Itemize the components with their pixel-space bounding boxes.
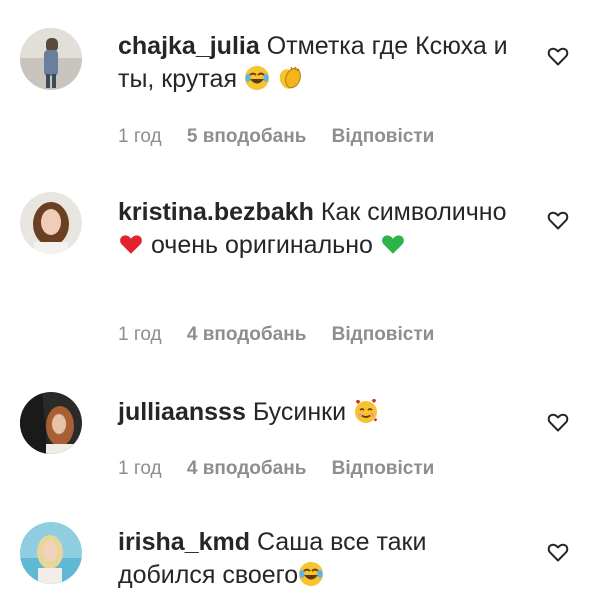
reply-button[interactable]: Відповісти xyxy=(332,458,435,479)
likes-count[interactable]: 4 вподобань xyxy=(187,324,306,345)
timestamp[interactable]: 1 год xyxy=(118,324,162,345)
comment-meta: 1 год 4 вподобань Відповісти xyxy=(118,458,454,480)
comment-text: irisha_kmd Саша все таки добился своего xyxy=(118,526,518,596)
heart-outline-icon[interactable] xyxy=(546,540,570,564)
username[interactable]: chajka_julia xyxy=(118,32,260,60)
timestamp[interactable]: 1 год xyxy=(118,126,162,147)
avatar[interactable] xyxy=(20,28,82,90)
heart-outline-icon[interactable] xyxy=(546,208,570,232)
comment-text: chajka_julia Отметка где Ксюха и ты, кру… xyxy=(118,30,518,100)
comment-text: julliaansss Бусинки xyxy=(118,396,518,433)
comment-meta: 1 год 4 вподобань Відповісти xyxy=(118,324,454,346)
comment-item: chajka_julia Отметка где Ксюха и ты, кру… xyxy=(0,0,600,170)
joy-emoji xyxy=(298,561,324,596)
comment-item: kristina.bezbakh Как символично очень ор… xyxy=(0,170,600,380)
comment-body: Бусинки xyxy=(252,398,347,426)
joy-emoji xyxy=(244,65,270,100)
avatar[interactable] xyxy=(20,522,82,584)
avatar[interactable] xyxy=(20,392,82,454)
username[interactable]: julliaansss xyxy=(118,398,246,426)
comment-text: kristina.bezbakh Как символично очень ор… xyxy=(118,196,518,266)
comment-body-continued: очень оригинально xyxy=(150,231,373,259)
avatar[interactable] xyxy=(20,192,82,254)
likes-count[interactable]: 5 вподобань xyxy=(187,126,306,147)
comment-body: Как символично xyxy=(320,198,507,226)
clapping-hands-emoji xyxy=(277,65,303,100)
comment-meta: 1 год 5 вподобань Відповісти xyxy=(118,126,454,148)
comment-item: julliaansss Бусинки 1 год 4 вподобань Ві… xyxy=(0,380,600,500)
red-heart-emoji xyxy=(118,231,144,266)
likes-count[interactable]: 4 вподобань xyxy=(187,458,306,479)
green-heart-emoji xyxy=(380,231,406,266)
username[interactable]: irisha_kmd xyxy=(118,528,250,556)
smiling-face-with-hearts-emoji xyxy=(353,398,379,433)
heart-outline-icon[interactable] xyxy=(546,410,570,434)
username[interactable]: kristina.bezbakh xyxy=(118,198,314,226)
reply-button[interactable]: Відповісти xyxy=(332,324,435,345)
timestamp[interactable]: 1 год xyxy=(118,458,162,479)
reply-button[interactable]: Відповісти xyxy=(332,126,435,147)
comment-item: irisha_kmd Саша все таки добился своего xyxy=(0,500,600,597)
heart-outline-icon[interactable] xyxy=(546,44,570,68)
